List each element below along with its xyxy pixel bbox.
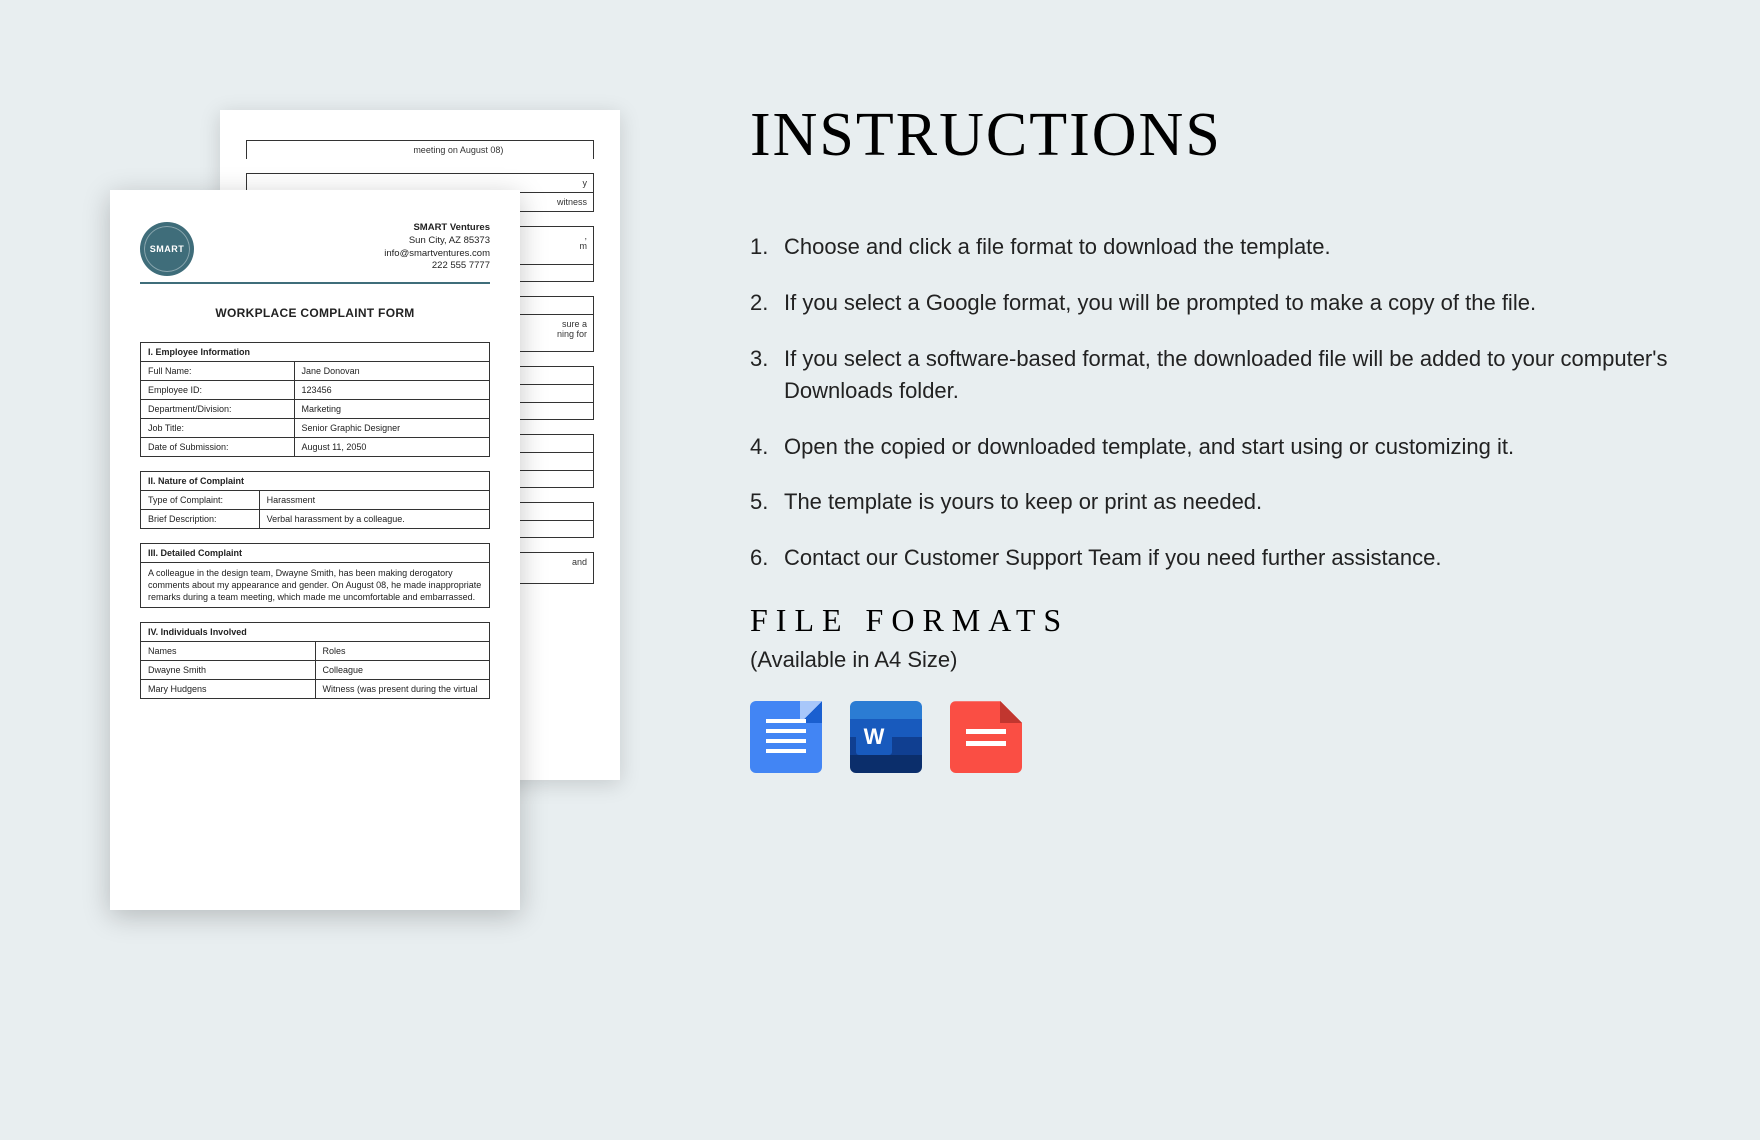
header-divider [140, 282, 490, 284]
company-name: SMART Ventures [384, 222, 490, 235]
company-contact-block: SMART Ventures Sun City, AZ 85373 info@s… [384, 222, 490, 273]
section-individuals-involved: IV. Individuals Involved NamesRoles Dway… [140, 622, 490, 699]
company-logo: SMART [140, 222, 194, 276]
instruction-step: If you select a Google format, you will … [750, 287, 1680, 319]
file-format-icons [750, 701, 1680, 773]
section-heading: II. Nature of Complaint [141, 472, 490, 491]
company-address: Sun City, AZ 85373 [384, 235, 490, 248]
ms-word-icon[interactable] [850, 701, 922, 773]
file-formats-title: FILE FORMATS [750, 602, 1680, 639]
instructions-panel: INSTRUCTIONS Choose and click a file for… [740, 0, 1760, 1140]
page2-text-fragment: y [427, 178, 587, 188]
section-heading: I. Employee Information [141, 343, 490, 362]
section-detailed-complaint: III. Detailed Complaint A colleague in t… [140, 543, 490, 608]
section-heading: IV. Individuals Involved [141, 623, 490, 642]
complaint-body: A colleague in the design team, Dwayne S… [141, 563, 490, 608]
instruction-step: Open the copied or downloaded template, … [750, 431, 1680, 463]
instructions-list: Choose and click a file format to downlo… [750, 231, 1680, 574]
document-page-1: SMART SMART Ventures Sun City, AZ 85373 … [110, 190, 520, 910]
section-employee-info: I. Employee Information Full Name:Jane D… [140, 342, 490, 457]
instruction-step: Choose and click a file format to downlo… [750, 231, 1680, 263]
company-email: info@smartventures.com [384, 248, 490, 261]
page2-text-fragment: meeting on August 08) [413, 145, 503, 155]
pdf-icon[interactable] [950, 701, 1022, 773]
section-heading: III. Detailed Complaint [141, 544, 490, 563]
instruction-step: Contact our Customer Support Team if you… [750, 542, 1680, 574]
instruction-step: The template is yours to keep or print a… [750, 486, 1680, 518]
company-phone: 222 555 7777 [384, 260, 490, 273]
instruction-step: If you select a software-based format, t… [750, 343, 1680, 407]
section-nature-complaint: II. Nature of Complaint Type of Complain… [140, 471, 490, 529]
google-docs-icon[interactable] [750, 701, 822, 773]
document-preview-area: meeting on August 08) y witness ,m sure … [0, 0, 740, 1140]
form-title: WORKPLACE COMPLAINT FORM [140, 306, 490, 320]
instructions-title: INSTRUCTIONS [750, 100, 1680, 171]
file-formats-subtitle: (Available in A4 Size) [750, 647, 1680, 673]
